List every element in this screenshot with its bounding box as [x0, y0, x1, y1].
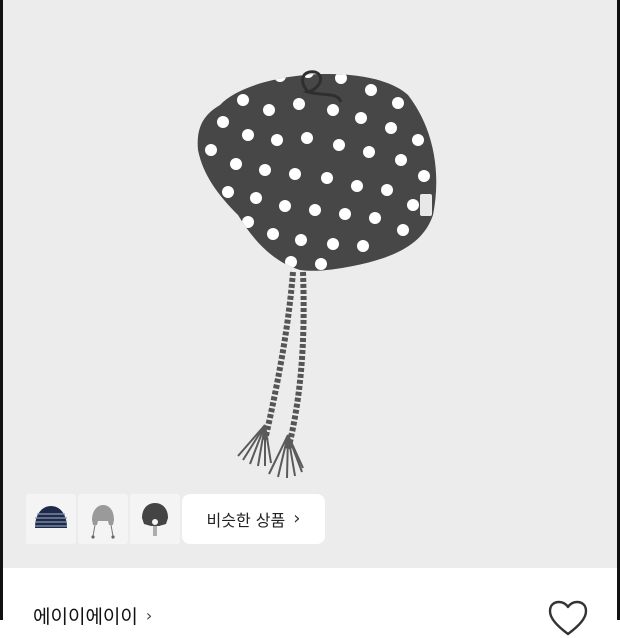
thumbnail-navy-striped-beanie[interactable] — [26, 494, 76, 544]
product-image-polka-dot-earflap-hat[interactable] — [3, 0, 617, 568]
brand-name: 에이이에이이 — [33, 606, 138, 628]
similar-products-label: 비슷한 상품 — [206, 511, 286, 530]
product-info-section: 에이이에이이 › — [3, 568, 617, 636]
thumbnail-gray-earflap-hat[interactable] — [78, 494, 128, 544]
chevron-right-icon: › — [145, 606, 153, 625]
chevron-right-icon: › — [293, 508, 301, 529]
brand-link[interactable]: 에이이에이이 › — [33, 602, 152, 629]
similar-products-button[interactable]: 비슷한 상품 › — [182, 494, 325, 544]
heart-outline-icon[interactable] — [546, 598, 590, 638]
thumbnail-dark-gray-earflap-hat[interactable] — [130, 494, 180, 544]
product-image-area[interactable] — [3, 0, 617, 568]
